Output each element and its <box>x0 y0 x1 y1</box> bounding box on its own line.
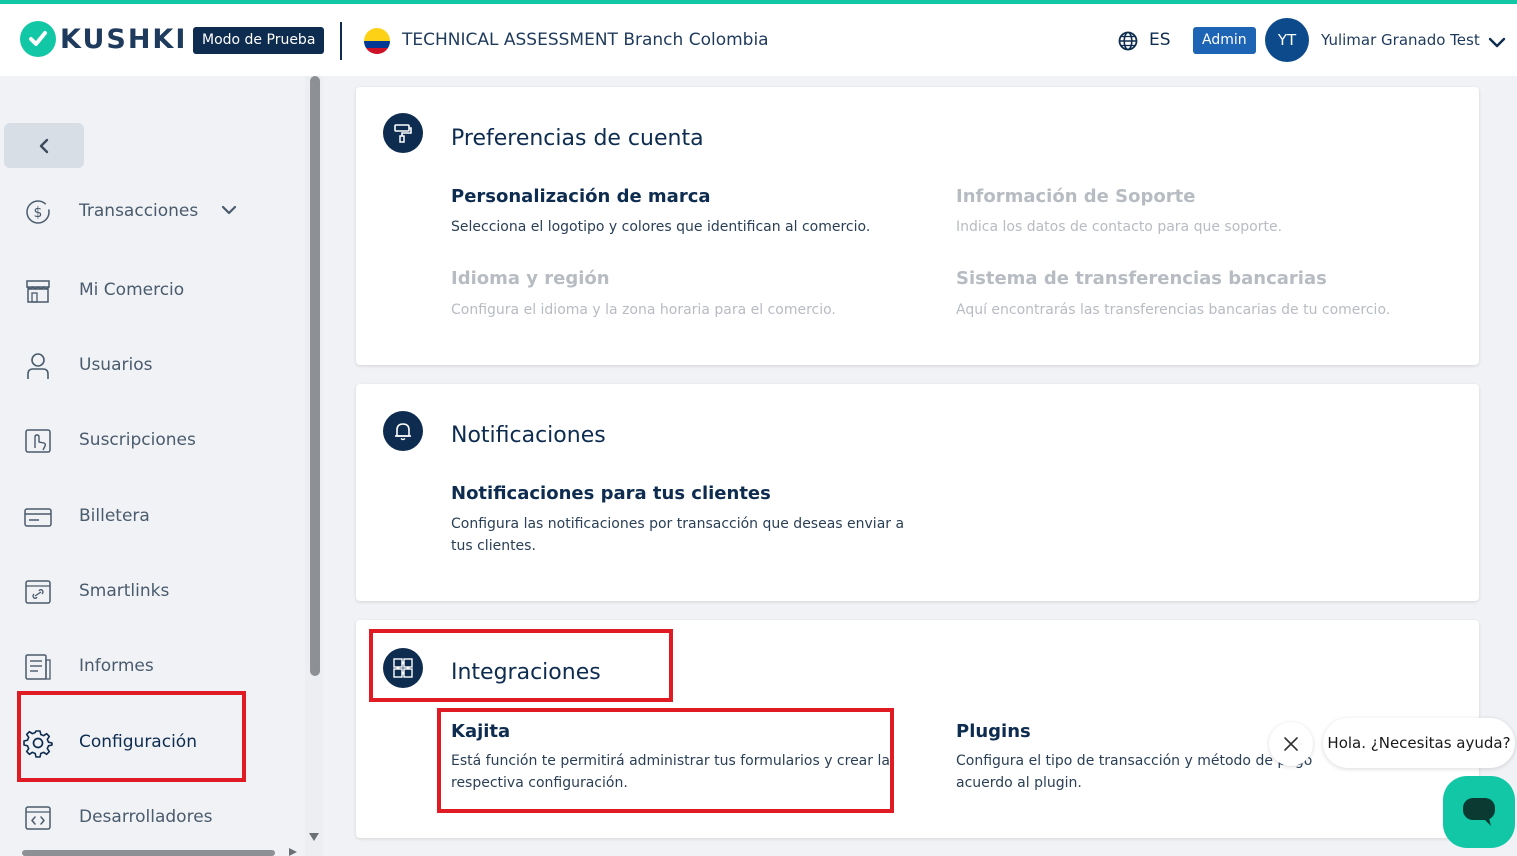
chevron-down-icon[interactable] <box>1488 34 1506 53</box>
section-title: Notificaciones <box>451 423 606 448</box>
plugins-link[interactable]: Plugins <box>956 721 1031 742</box>
section-title: Preferencias de cuenta <box>451 126 704 151</box>
collapse-sidebar-button[interactable] <box>4 123 84 168</box>
language-selector[interactable]: ES <box>1149 30 1171 50</box>
option-description: Selecciona el logotipo y colores que ide… <box>451 219 871 235</box>
sidebar-item-smartlinks[interactable]: Smartlinks <box>0 566 305 616</box>
sidebar-item-label: Smartlinks <box>79 581 170 601</box>
option-description: Indica los datos de contacto para que so… <box>956 219 1283 235</box>
highlight-box-kajita <box>437 708 894 813</box>
user-icon <box>27 353 49 379</box>
highlight-box-integraciones <box>369 629 673 702</box>
sidebar-item-mi-comercio[interactable]: Mi Comercio <box>0 265 305 315</box>
colombia-flag-icon <box>364 28 390 54</box>
role-badge: Admin <box>1193 27 1256 54</box>
chat-launcher-button[interactable] <box>1443 776 1515 848</box>
close-icon <box>1284 737 1298 751</box>
top-header: KUSHKI Modo de Prueba TECHNICAL ASSESSME… <box>0 4 1517 76</box>
sidebar-item-label: Suscripciones <box>79 430 196 450</box>
option-description: Configura el idioma y la zona horaria pa… <box>451 302 836 318</box>
header-divider <box>340 22 342 60</box>
client-notifications-link[interactable]: Notificaciones para tus clientes <box>451 483 771 504</box>
kushki-logo[interactable]: KUSHKI <box>20 21 187 57</box>
sidebar-item-suscripciones[interactable]: Suscripciones <box>0 415 305 465</box>
test-mode-badge: Modo de Prueba <box>193 27 325 54</box>
logo-check-icon <box>20 21 56 57</box>
chat-icon <box>1463 798 1495 826</box>
svg-text:$: $ <box>34 205 43 221</box>
sidebar-item-label: Informes <box>79 656 154 676</box>
sidebar-item-label: Usuarios <box>79 355 153 375</box>
sidebar-item-label: Mi Comercio <box>79 280 185 300</box>
avatar[interactable]: YT <box>1265 18 1309 62</box>
hand-tap-icon <box>25 429 51 453</box>
store-icon <box>26 280 50 303</box>
dollar-circle-icon: $ <box>26 200 50 224</box>
notifications-card: Notificaciones Notificaciones para tus c… <box>356 384 1479 601</box>
scroll-right-arrow-icon[interactable] <box>288 848 298 856</box>
bank-transfers-link[interactable]: Sistema de transferencias bancarias <box>956 268 1327 289</box>
option-description: Aquí encontrarás las transferencias banc… <box>956 302 1391 318</box>
sidebar-horizontal-scrollbar[interactable] <box>22 850 275 856</box>
brand-customization-link[interactable]: Personalización de marca <box>451 186 711 207</box>
chat-close-button[interactable] <box>1269 722 1313 766</box>
paint-roller-icon <box>383 113 423 153</box>
scroll-down-arrow-icon[interactable] <box>308 832 320 842</box>
branch-name[interactable]: TECHNICAL ASSESSMENT Branch Colombia <box>402 30 769 50</box>
bell-icon <box>383 411 423 451</box>
sidebar-item-billetera[interactable]: Billetera <box>0 491 305 541</box>
sidebar-item-transacciones[interactable]: $ Transacciones <box>0 186 305 236</box>
account-preferences-card: Preferencias de cuenta Personalización d… <box>356 87 1479 365</box>
code-icon <box>25 806 51 830</box>
sidebar-item-usuarios[interactable]: Usuarios <box>0 340 305 390</box>
option-description: Configura las notificaciones por transac… <box>451 516 905 554</box>
sidebar-scrollbar[interactable] <box>310 76 320 676</box>
sidebar-item-informes[interactable]: Informes <box>0 641 305 691</box>
user-name[interactable]: Yulimar Granado Test <box>1321 31 1480 49</box>
sidebar-item-desarrolladores[interactable]: Desarrolladores <box>0 792 305 842</box>
card-icon <box>24 508 52 527</box>
link-icon <box>25 580 51 604</box>
globe-icon[interactable] <box>1118 31 1138 55</box>
sidebar-item-label: Desarrolladores <box>79 807 213 827</box>
chat-greeting-bubble[interactable]: Hola. ¿Necesitas ayuda? <box>1323 718 1515 768</box>
support-info-link[interactable]: Información de Soporte <box>956 186 1195 207</box>
logo-text: KUSHKI <box>60 23 188 55</box>
chevron-down-icon[interactable] <box>220 204 238 216</box>
highlight-box-configuracion <box>17 691 246 782</box>
sidebar-item-label: Billetera <box>79 506 150 526</box>
sidebar-item-label: Transacciones <box>79 201 199 221</box>
chevron-left-icon <box>39 138 49 153</box>
language-region-link[interactable]: Idioma y región <box>451 268 610 289</box>
report-icon <box>25 654 51 680</box>
